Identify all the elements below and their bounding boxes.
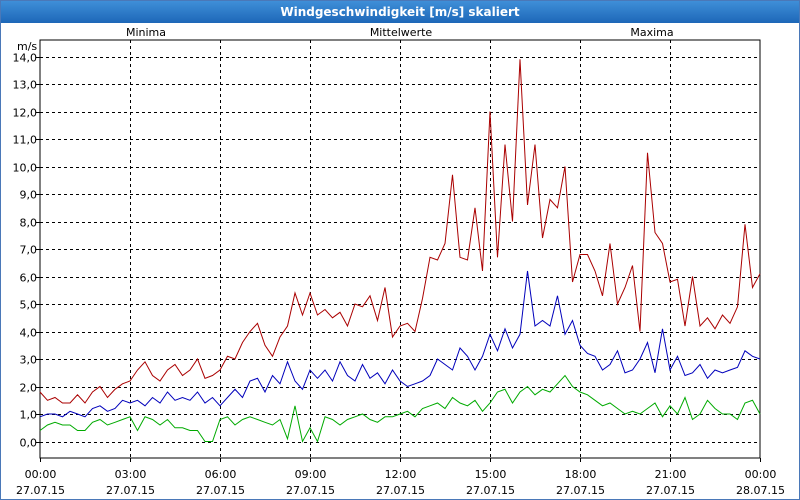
x-tick-label-time: 00:00 (745, 468, 777, 481)
x-tick-label-date: 27.07.15 (16, 484, 65, 497)
x-tick-label-date: 27.07.15 (556, 484, 605, 497)
x-tick-label-date: 27.07.15 (106, 484, 155, 497)
y-tick-label: 5,0 (20, 299, 38, 312)
y-tick-label: 8,0 (20, 217, 38, 230)
y-tick-label: 4,0 (20, 327, 38, 340)
legend-maxima: Maxima (630, 26, 673, 39)
x-tick-label-date: 27.07.15 (286, 484, 335, 497)
y-tick-label: 2,0 (20, 382, 38, 395)
x-tick-label-date: 28.07.15 (736, 484, 785, 497)
x-tick-label-time: 03:00 (115, 468, 147, 481)
x-tick-label-date: 27.07.15 (646, 484, 695, 497)
x-tick-label-time: 21:00 (655, 468, 687, 481)
x-tick-label-time: 15:00 (475, 468, 507, 481)
x-tick-label-time: 12:00 (385, 468, 417, 481)
x-tick-label-time: 00:00 (25, 468, 57, 481)
x-tick-label-time: 09:00 (295, 468, 327, 481)
x-tick-label-time: 06:00 (205, 468, 237, 481)
y-tick-label: 14,0 (13, 52, 38, 65)
y-tick-label: 7,0 (20, 244, 38, 257)
y-tick-label: 11,0 (13, 134, 38, 147)
x-tick-label-date: 27.07.15 (376, 484, 425, 497)
x-tick-label-time: 18:00 (565, 468, 597, 481)
y-tick-label: 9,0 (20, 189, 38, 202)
y-tick-label: 3,0 (20, 354, 38, 367)
x-tick-label-date: 27.07.15 (466, 484, 515, 497)
legend-minima: Minima (126, 26, 166, 39)
y-tick-label: 13,0 (13, 79, 38, 92)
y-tick-label: 10,0 (13, 162, 38, 175)
y-tick-label: 1,0 (20, 409, 38, 422)
y-tick-label: 6,0 (20, 272, 38, 285)
wind-speed-chart: m/s Minima Mittelwerte Maxima 0,01,02,03… (13, 26, 785, 497)
y-tick-label: 0,0 (20, 437, 38, 450)
x-tick-label-date: 27.07.15 (196, 484, 245, 497)
series-line-maxima (39, 59, 761, 404)
legend-mittelwerte: Mittelwerte (370, 26, 433, 39)
y-tick-label: 12,0 (13, 107, 38, 120)
